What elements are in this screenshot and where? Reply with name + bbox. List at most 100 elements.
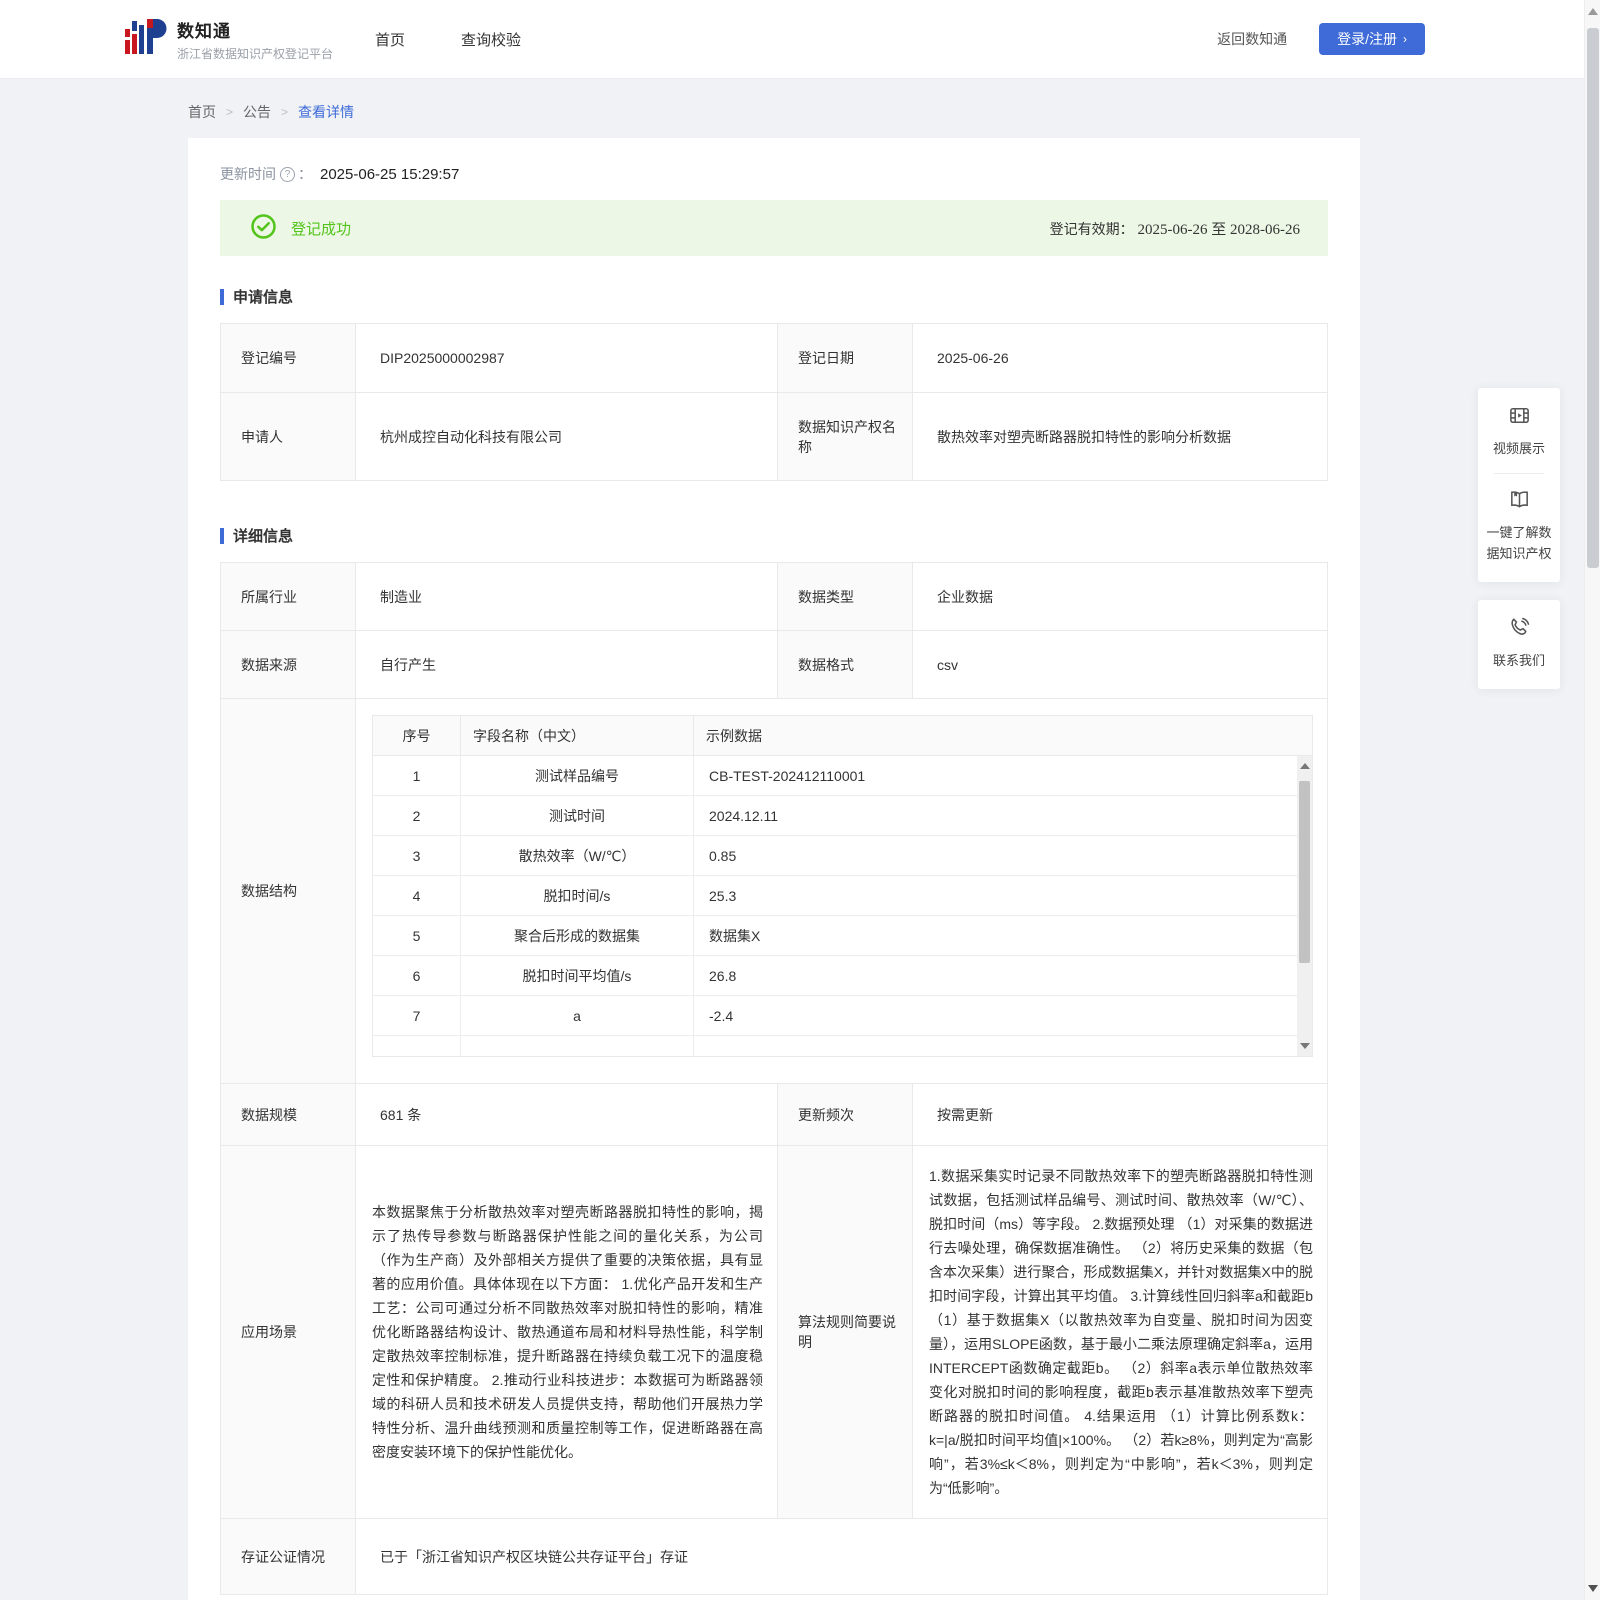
col-header-field-name: 字段名称（中文） — [461, 716, 694, 755]
applicant-value: 杭州成控自动化科技有限公司 — [355, 392, 778, 481]
update-time-value: 2025-06-25 15:29:57 — [320, 165, 460, 183]
table-row: 应用场景 本数据聚焦于分析散热效率对塑壳断路器脱扣特性的影响，揭示了热传导参数与… — [220, 1145, 1328, 1519]
dip-name-label: 数据知识产权名称 — [777, 392, 913, 481]
structure-label: 数据结构 — [220, 698, 356, 1084]
scale-label: 数据规模 — [220, 1083, 356, 1146]
structure-row: 1 测试样品编号 CB-TEST-202412110001 — [373, 756, 1312, 796]
field-name-cell: 散热效率（W/℃） — [461, 836, 694, 875]
nav-item-home[interactable]: 首页 — [375, 29, 405, 50]
industry-label: 所属行业 — [220, 562, 356, 631]
seq-cell: 5 — [373, 916, 461, 955]
structure-row: 6 脱扣时间平均值/s 26.8 — [373, 956, 1312, 996]
seq-cell: 2 — [373, 796, 461, 835]
scrollbar-thumb[interactable] — [1299, 781, 1310, 963]
breadcrumb: 首页 > 公告 > 查看详情 — [188, 78, 1360, 138]
contact-us-label: 联系我们 — [1492, 653, 1545, 668]
registration-success-banner: 登记成功 登记有效期： 2025-06-26 至 2028-06-26 — [220, 200, 1328, 256]
table-row: 所属行业 制造业 数据类型 企业数据 — [220, 562, 1328, 631]
page-scrollbar[interactable] — [1584, 0, 1600, 1600]
brand-logo[interactable]: 数知通 浙江省数据知识产权登记平台 — [125, 14, 333, 65]
divider — [1494, 473, 1544, 474]
scroll-down-arrow-icon[interactable] — [1587, 1585, 1598, 1592]
notary-value: 已于「浙江省知识产权区块链公共存证平台」存证 — [355, 1518, 1328, 1595]
logo-icon — [125, 14, 167, 65]
table-row: 申请人 杭州成控自动化科技有限公司 数据知识产权名称 散热效率对塑壳断路器脱扣特… — [220, 392, 1328, 481]
sample-data-cell: 26.8 — [709, 967, 737, 984]
scroll-down-arrow-icon[interactable] — [1299, 1043, 1310, 1049]
breadcrumb-current: 查看详情 — [298, 104, 355, 120]
floating-side-panel: 视频展示 一键了解数据知识产权 联系我们 — [1478, 388, 1560, 689]
structure-row: 5 聚合后形成的数据集 数据集X — [373, 916, 1312, 956]
field-name-cell: 测试样品编号 — [461, 756, 694, 795]
format-value: csv — [912, 630, 1328, 699]
brand-subtitle: 浙江省数据知识产权登记平台 — [177, 46, 334, 61]
reg-no-value: DIP2025000002987 — [355, 323, 778, 393]
section-bar — [220, 288, 224, 305]
sample-data-cell: -2.4 — [709, 1007, 734, 1024]
main-nav: 首页 查询校验 — [375, 29, 521, 50]
field-name-cell: 脱扣时间/s — [461, 876, 694, 915]
frequency-label: 更新频次 — [777, 1083, 913, 1146]
contact-us-item[interactable]: 联系我们 — [1484, 616, 1554, 671]
structure-cell: 序号 字段名称（中文） 示例数据 1 测试样品编号 CB-TEST-202412… — [355, 698, 1328, 1084]
reg-date-label: 登记日期 — [777, 323, 913, 393]
algorithm-text: 1.数据采集实时记录不同散热效率下的塑壳断路器脱扣特性测试数据，包括测试样品编号… — [912, 1145, 1328, 1519]
section-title-detail-info: 详细信息 — [220, 525, 1328, 546]
data-structure-table: 序号 字段名称（中文） 示例数据 1 测试样品编号 CB-TEST-202412… — [372, 715, 1313, 1057]
table-row: 存证公证情况 已于「浙江省知识产权区块链公共存证平台」存证 — [220, 1518, 1328, 1595]
structure-row: 3 散热效率（W/℃） 0.85 — [373, 836, 1312, 876]
login-register-button[interactable]: 登录/注册 › — [1319, 23, 1425, 55]
field-name-cell: 聚合后形成的数据集 — [461, 916, 694, 955]
sample-data-cell: 25.3 — [709, 887, 737, 904]
structure-body[interactable]: 1 测试样品编号 CB-TEST-202412110001 2 测试时间 202… — [373, 756, 1312, 1056]
table-row: 数据来源 自行产生 数据格式 csv — [220, 630, 1328, 699]
breadcrumb-home[interactable]: 首页 — [188, 102, 216, 122]
section-bar — [220, 527, 224, 544]
chevron-right-icon: › — [1403, 32, 1407, 46]
seq-cell: 4 — [373, 876, 461, 915]
structure-row: 4 脱扣时间/s 25.3 — [373, 876, 1312, 916]
update-time-label: 更新时间 — [220, 166, 276, 182]
detail-info-table: 所属行业 制造业 数据类型 企业数据 数据来源 自行产生 数据格式 csv 数据… — [220, 562, 1328, 1595]
table-row: 数据规模 681 条 更新频次 按需更新 — [220, 1083, 1328, 1146]
col-header-seq: 序号 — [373, 716, 461, 755]
scrollbar-thumb[interactable] — [1587, 28, 1599, 568]
structure-row: 2 测试时间 2024.12.11 — [373, 796, 1312, 836]
structure-header-row: 序号 字段名称（中文） 示例数据 — [373, 716, 1312, 756]
sample-data-cell: 2024.12.11 — [709, 807, 779, 824]
format-label: 数据格式 — [777, 630, 913, 699]
scroll-up-arrow-icon[interactable] — [1299, 763, 1310, 769]
scroll-up-arrow-icon[interactable] — [1587, 8, 1598, 15]
sample-data-cell: 0.85 — [709, 847, 737, 864]
book-icon — [1508, 491, 1531, 514]
table-row: 数据结构 序号 字段名称（中文） 示例数据 1 测试样品编号 CB-TEST-2… — [220, 698, 1328, 1084]
col-header-sample-data: 示例数据 — [706, 727, 762, 744]
field-name-cell: a — [461, 996, 694, 1035]
scenario-label: 应用场景 — [220, 1145, 356, 1519]
notary-label: 存证公证情况 — [220, 1518, 356, 1595]
question-circle-icon[interactable]: ? — [280, 166, 295, 182]
breadcrumb-separator: > — [226, 105, 234, 119]
structure-scrollbar[interactable] — [1297, 756, 1312, 1056]
learn-dip-item[interactable]: 一键了解数据知识产权 — [1484, 488, 1554, 564]
source-label: 数据来源 — [220, 630, 356, 699]
source-value: 自行产生 — [355, 630, 778, 699]
detail-card: 更新时间 ? ： 2025-06-25 15:29:57 登记成功 登记有效期：… — [188, 138, 1360, 1600]
data-type-value: 企业数据 — [912, 562, 1328, 631]
applicant-label: 申请人 — [220, 392, 356, 481]
reg-no-label: 登记编号 — [220, 323, 356, 393]
nav-item-query-verify[interactable]: 查询校验 — [461, 29, 521, 50]
reg-date-value: 2025-06-26 — [912, 323, 1328, 393]
validity-value: 2025-06-26 至 2028-06-26 — [1137, 221, 1300, 238]
data-type-label: 数据类型 — [777, 562, 913, 631]
frequency-value: 按需更新 — [912, 1083, 1328, 1146]
seq-cell: 3 — [373, 836, 461, 875]
video-demo-item[interactable]: 视频展示 — [1484, 404, 1554, 459]
learn-dip-label: 一键了解数据知识产权 — [1486, 525, 1552, 561]
check-circle-icon — [250, 213, 277, 243]
apply-info-table: 登记编号 DIP2025000002987 登记日期 2025-06-26 申请… — [220, 323, 1328, 481]
seq-cell: 6 — [373, 956, 461, 995]
breadcrumb-announcements[interactable]: 公告 — [243, 102, 271, 122]
top-header: 数知通 浙江省数据知识产权登记平台 首页 查询校验 返回数知通 登录/注册 › — [0, 0, 1600, 78]
back-to-shuzhitong-link[interactable]: 返回数知通 — [1217, 29, 1287, 49]
